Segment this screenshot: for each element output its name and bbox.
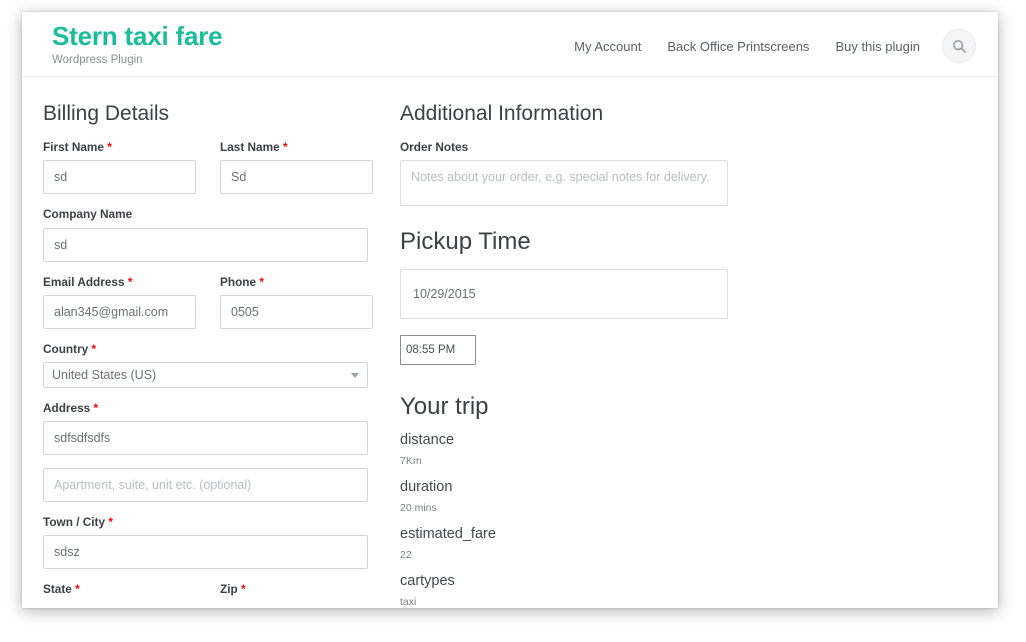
chevron-down-icon xyxy=(351,373,359,378)
phone-label: Phone * xyxy=(220,275,373,289)
required-marker: * xyxy=(283,140,288,154)
trip-item-value: 7Km xyxy=(400,455,760,468)
country-select-wrap: United States (US) xyxy=(43,362,368,388)
state-label-text: State xyxy=(43,582,72,596)
last-name-label: Last Name * xyxy=(220,140,373,154)
contact-row: Email Address * Phone * xyxy=(43,275,393,342)
site-header: Stern taxi fare Wordpress Plugin My Acco… xyxy=(22,12,998,77)
town-city-field: Town / City * xyxy=(43,515,368,569)
country-label-text: Country xyxy=(43,342,88,356)
trip-item-key: distance xyxy=(400,431,760,449)
order-notes-textarea[interactable] xyxy=(400,160,728,206)
required-marker: * xyxy=(241,582,246,596)
additional-info-column: Additional Information Order Notes Picku… xyxy=(400,77,760,608)
state-label: State * xyxy=(43,582,196,596)
last-name-field: Last Name * xyxy=(220,140,373,194)
browser-page-card: Stern taxi fare Wordpress Plugin My Acco… xyxy=(22,12,998,608)
email-label: Email Address * xyxy=(43,275,196,289)
phone-label-text: Phone xyxy=(220,275,256,289)
address-label: Address * xyxy=(43,401,368,415)
pickup-time-heading: Pickup Time xyxy=(400,228,760,256)
email-label-text: Email Address xyxy=(43,275,125,289)
checkout-content: Billing Details First Name * Last Name * xyxy=(22,77,998,608)
town-city-label: Town / City * xyxy=(43,515,368,529)
brand-title: Stern taxi fare xyxy=(52,22,222,51)
company-name-field: Company Name xyxy=(43,207,368,261)
phone-field: Phone * xyxy=(220,275,373,329)
required-marker: * xyxy=(128,275,133,289)
trip-item-value: taxi xyxy=(400,596,760,608)
country-label: Country * xyxy=(43,342,393,356)
trip-summary-list: distance 7Km duration 20 mins estimated_… xyxy=(400,431,760,608)
brand[interactable]: Stern taxi fare Wordpress Plugin xyxy=(52,22,222,66)
trip-item-key: estimated_fare xyxy=(400,525,760,543)
town-city-input[interactable] xyxy=(43,535,368,569)
state-field: State * xyxy=(43,582,196,602)
pickup-date-input[interactable] xyxy=(400,269,728,319)
required-marker: * xyxy=(107,140,112,154)
address-line2-input[interactable] xyxy=(43,468,368,502)
company-name-label: Company Name xyxy=(43,207,368,221)
billing-details-column: Billing Details First Name * Last Name * xyxy=(43,77,393,608)
last-name-input[interactable] xyxy=(220,160,373,194)
required-marker: * xyxy=(108,515,113,529)
name-row: First Name * Last Name * xyxy=(43,140,393,207)
search-icon xyxy=(952,39,967,54)
zip-label-text: Zip xyxy=(220,582,238,596)
required-marker: * xyxy=(259,275,264,289)
brand-subtitle: Wordpress Plugin xyxy=(52,54,222,67)
main-navigation: My Account Back Office Printscreens Buy … xyxy=(574,29,976,63)
email-field: Email Address * xyxy=(43,275,196,329)
pickup-time-input[interactable] xyxy=(400,335,476,365)
address-label-text: Address xyxy=(43,401,90,415)
zip-field: Zip * xyxy=(220,582,373,602)
nav-link-buy-this-plugin[interactable]: Buy this plugin xyxy=(835,39,920,54)
phone-input[interactable] xyxy=(220,295,373,329)
state-zip-row: State * Zip * xyxy=(43,582,393,608)
first-name-input[interactable] xyxy=(43,160,196,194)
billing-details-heading: Billing Details xyxy=(43,101,393,126)
first-name-label-text: First Name xyxy=(43,140,104,154)
trip-item-key: cartypes xyxy=(400,572,760,590)
email-input[interactable] xyxy=(43,295,196,329)
address-line1-input[interactable] xyxy=(43,421,368,455)
address-line2-field xyxy=(43,468,368,502)
nav-link-back-office-printscreens[interactable]: Back Office Printscreens xyxy=(667,39,809,54)
required-marker: * xyxy=(92,342,97,356)
company-name-input[interactable] xyxy=(43,228,368,262)
country-select[interactable]: United States (US) xyxy=(43,362,368,388)
trip-item-key: duration xyxy=(400,478,760,496)
country-field: Country * United States (US) xyxy=(43,342,393,388)
nav-link-my-account[interactable]: My Account xyxy=(574,39,641,54)
zip-label: Zip * xyxy=(220,582,373,596)
first-name-field: First Name * xyxy=(43,140,196,194)
first-name-label: First Name * xyxy=(43,140,196,154)
required-marker: * xyxy=(94,401,99,415)
trip-item-value: 22 xyxy=(400,549,760,562)
order-notes-field: Order Notes xyxy=(400,140,760,206)
address-field: Address * xyxy=(43,401,368,455)
last-name-label-text: Last Name xyxy=(220,140,280,154)
required-marker: * xyxy=(75,582,80,596)
additional-information-heading: Additional Information xyxy=(400,101,760,126)
order-notes-label: Order Notes xyxy=(400,140,760,154)
your-trip-heading: Your trip xyxy=(400,393,760,421)
trip-item-value: 20 mins xyxy=(400,502,760,515)
town-city-label-text: Town / City xyxy=(43,515,105,529)
search-button[interactable] xyxy=(942,29,976,63)
